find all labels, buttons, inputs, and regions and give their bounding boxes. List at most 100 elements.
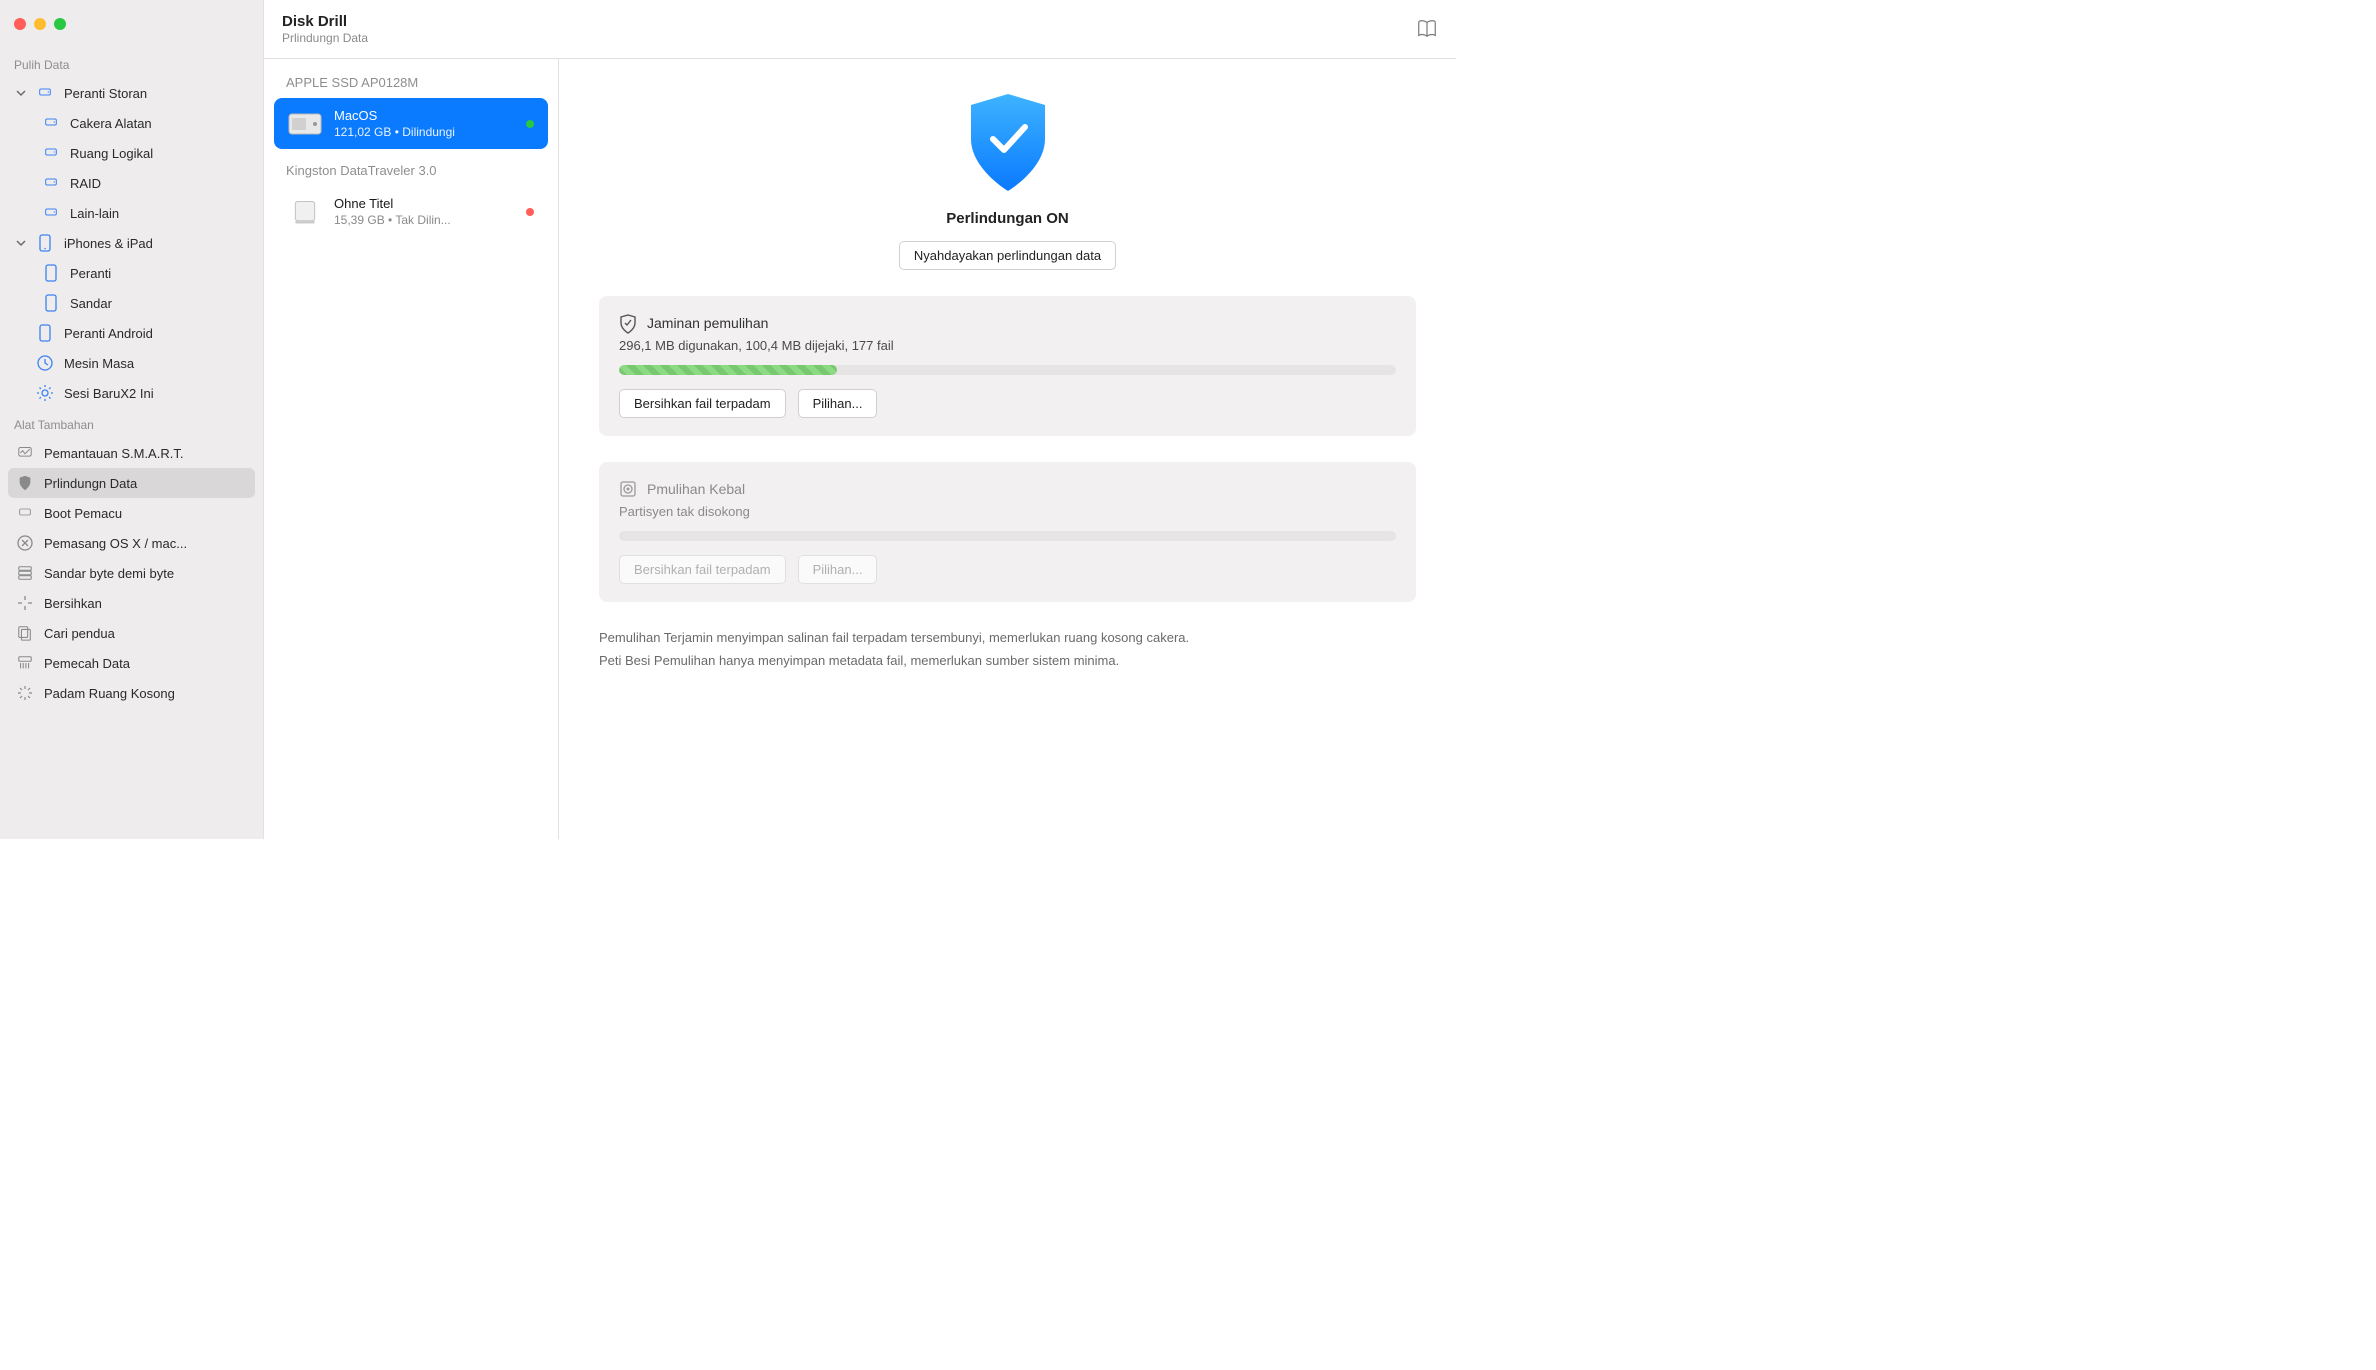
shield-outline-icon — [619, 314, 637, 332]
sidebar-label: Sesi BaruX2 Ini — [64, 386, 154, 401]
sidebar-label: Pemasang OS X / mac... — [44, 536, 187, 551]
chart-icon — [16, 444, 34, 462]
sidebar-item-other[interactable]: Lain-lain — [8, 198, 255, 228]
sidebar-item-byte-backup[interactable]: Sandar byte demi byte — [8, 558, 255, 588]
sidebar-label: Boot Pemacu — [44, 506, 122, 521]
app-subtitle: Prlindungn Data — [282, 31, 1416, 45]
phone-icon — [36, 234, 54, 252]
chevron-down-icon — [16, 88, 26, 98]
drive-icon — [42, 174, 60, 192]
volume-subtitle: 15,39 GB • Tak Dilin... — [334, 213, 451, 227]
sparkle-icon — [16, 594, 34, 612]
sidebar-label: Lain-lain — [70, 206, 119, 221]
sidebar-item-boot-drive[interactable]: Boot Pemacu — [8, 498, 255, 528]
progress-bar-disabled — [619, 531, 1396, 541]
sidebar-item-device[interactable]: Peranti — [8, 258, 255, 288]
close-window-button[interactable] — [14, 18, 26, 30]
clean-deleted-button-disabled: Bersihkan fail terpadam — [619, 555, 786, 584]
sidebar-label: Sandar byte demi byte — [44, 566, 174, 581]
sidebar-item-disk-utility[interactable]: Cakera Alatan — [8, 108, 255, 138]
drive-icon — [42, 204, 60, 222]
protection-status-label: Perlindungan ON — [946, 210, 1069, 227]
main-column: Disk Drill Prlindungn Data APPLE SSD AP0… — [263, 0, 1456, 839]
options-button-disabled: Pilihan... — [798, 555, 878, 584]
copy-icon — [16, 624, 34, 642]
card-subtitle: Partisyen tak disokong — [619, 504, 1396, 519]
sidebar-label: iPhones & iPad — [64, 236, 153, 251]
drive-icon — [42, 114, 60, 132]
sidebar-label: Peranti Android — [64, 326, 153, 341]
phone-icon — [36, 324, 54, 342]
sidebar-item-raid[interactable]: RAID — [8, 168, 255, 198]
volume-item-ohne-titel[interactable]: Ohne Titel 15,39 GB • Tak Dilin... — [274, 186, 548, 237]
sidebar-item-data-shredder[interactable]: Pemecah Data — [8, 648, 255, 678]
sidebar-item-iphones[interactable]: iPhones & iPad — [8, 228, 255, 258]
window-controls — [0, 8, 263, 48]
chevron-down-icon — [16, 238, 26, 248]
volume-list-panel: APPLE SSD AP0128M MacOS 121,02 GB • Dili… — [264, 59, 559, 839]
progress-bar — [619, 365, 1396, 375]
sidebar-label: Bersihkan — [44, 596, 102, 611]
disk-header: Kingston DataTraveler 3.0 — [274, 159, 548, 186]
clean-deleted-button[interactable]: Bersihkan fail terpadam — [619, 389, 786, 418]
stack-icon — [16, 564, 34, 582]
sidebar-label: RAID — [70, 176, 101, 191]
external-drive-icon — [288, 199, 322, 225]
sidebar-item-clean[interactable]: Bersihkan — [8, 588, 255, 618]
internal-drive-icon — [288, 111, 322, 137]
shredder-icon — [16, 654, 34, 672]
card-title: Jaminan pemulihan — [647, 315, 768, 331]
disable-protection-button[interactable]: Nyahdayakan perlindungan data — [899, 241, 1116, 270]
drive-icon — [42, 144, 60, 162]
sidebar-label: Pemecah Data — [44, 656, 130, 671]
titlebar: Disk Drill Prlindungn Data — [264, 0, 1456, 59]
footer-note-line: Pemulihan Terjamin menyimpan salinan fai… — [599, 626, 1416, 649]
card-subtitle: 296,1 MB digunakan, 100,4 MB dijejaki, 1… — [619, 338, 1396, 353]
volume-title: Ohne Titel — [334, 196, 451, 211]
sidebar-section-recover: Pulih Data — [0, 54, 263, 78]
sidebar-label: Peranti Storan — [64, 86, 147, 101]
sidebar-item-storage-devices[interactable]: Peranti Storan — [8, 78, 255, 108]
status-dot-protected — [526, 120, 534, 128]
phone-icon — [42, 264, 60, 282]
sidebar-item-erase-free[interactable]: Padam Ruang Kosong — [8, 678, 255, 708]
sidebar-item-time-machine[interactable]: Mesin Masa — [8, 348, 255, 378]
main-content: Perlindungan ON Nyahdayakan perlindungan… — [559, 59, 1456, 839]
sidebar-label: Cakera Alatan — [70, 116, 152, 131]
gear-icon — [36, 384, 54, 402]
phone-icon — [42, 294, 60, 312]
footer-notes: Pemulihan Terjamin menyimpan salinan fai… — [599, 626, 1416, 673]
guaranteed-recovery-card: Jaminan pemulihan 296,1 MB digunakan, 10… — [599, 296, 1416, 436]
x-circle-icon — [16, 534, 34, 552]
progress-fill — [619, 365, 837, 375]
sidebar-item-find-dupes[interactable]: Cari pendua — [8, 618, 255, 648]
options-button[interactable]: Pilihan... — [798, 389, 878, 418]
sidebar-item-data-protection[interactable]: Prlindungn Data — [8, 468, 255, 498]
sidebar-item-android[interactable]: Peranti Android — [8, 318, 255, 348]
volume-subtitle: 121,02 GB • Dilindungi — [334, 125, 455, 139]
sidebar-label: Padam Ruang Kosong — [44, 686, 175, 701]
volume-item-macos[interactable]: MacOS 121,02 GB • Dilindungi — [274, 98, 548, 149]
sidebar-label: Cari pendua — [44, 626, 115, 641]
disk-header: APPLE SSD AP0128M — [274, 71, 548, 98]
card-title: Pmulihan Kebal — [647, 481, 745, 497]
sidebar-item-osx-installer[interactable]: Pemasang OS X / mac... — [8, 528, 255, 558]
status-dot-unprotected — [526, 208, 534, 216]
drive-icon — [16, 504, 34, 522]
sidebar-label: Peranti — [70, 266, 111, 281]
sidebar-item-dock[interactable]: Sandar — [8, 288, 255, 318]
sidebar-label: Prlindungn Data — [44, 476, 137, 491]
maximize-window-button[interactable] — [54, 18, 66, 30]
sidebar-label: Pemantauan S.M.A.R.T. — [44, 446, 183, 461]
footer-note-line: Peti Besi Pemulihan hanya menyimpan meta… — [599, 649, 1416, 672]
sidebar-item-smart[interactable]: Pemantauan S.M.A.R.T. — [8, 438, 255, 468]
minimize-window-button[interactable] — [34, 18, 46, 30]
help-book-icon[interactable] — [1416, 18, 1438, 40]
app-title: Disk Drill — [282, 13, 1416, 30]
sidebar-item-sessions[interactable]: Sesi BaruX2 Ini — [8, 378, 255, 408]
sidebar-label: Sandar — [70, 296, 112, 311]
sidebar-section-extras: Alat Tambahan — [0, 414, 263, 438]
shield-check-icon — [963, 91, 1053, 196]
clock-icon — [36, 354, 54, 372]
sidebar-item-logical-volume[interactable]: Ruang Logikal — [8, 138, 255, 168]
